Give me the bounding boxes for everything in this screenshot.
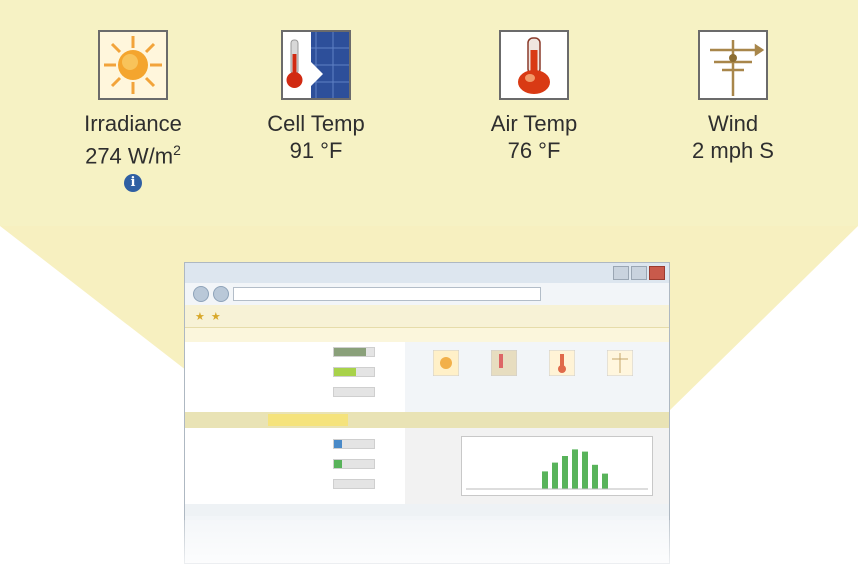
- weather-info-panel: Irradiance 274 W/m2 i Cell Temp 91 °F Ai…: [0, 0, 858, 226]
- cell-temp-label: Cell Temp: [267, 111, 365, 136]
- chart-bar: [602, 473, 608, 489]
- chart-bar: [562, 456, 568, 489]
- irradiance-tile: Irradiance 274 W/m2 i: [58, 30, 208, 193]
- chart-bar: [572, 449, 578, 489]
- air-temp-label: Air Temp: [490, 111, 578, 136]
- cell-temp-tile: Cell Temp 91 °F: [241, 30, 391, 164]
- weather-vane-icon: [698, 30, 768, 100]
- sun-icon: [432, 349, 460, 378]
- irradiance-label: Irradiance: [84, 111, 182, 136]
- current-conditions-section: [185, 342, 669, 412]
- sun-icon: [98, 30, 168, 100]
- air-temp-value: 76 °F: [507, 138, 561, 163]
- thermometer-icon: [548, 349, 576, 378]
- metric-row: [185, 362, 405, 382]
- chart-bar: [592, 464, 598, 489]
- address-input[interactable]: [233, 287, 541, 301]
- cell-temp-value: 91 °F: [289, 138, 343, 163]
- address-bar: [185, 283, 669, 305]
- wind-tile: Wind 2 mph S: [658, 30, 808, 164]
- irradiance-value: 274 W/m2: [85, 142, 181, 169]
- energy-metrics: [185, 428, 405, 504]
- chart-bar: [542, 471, 548, 489]
- cell-temp-icon: [490, 349, 518, 378]
- forward-button[interactable]: [213, 286, 229, 302]
- thermometer-icon: [499, 30, 569, 100]
- maximize-button[interactable]: [631, 266, 647, 280]
- wind-value: 2 mph S: [692, 138, 774, 163]
- close-button[interactable]: [649, 266, 665, 280]
- back-button[interactable]: [193, 286, 209, 302]
- metric-row: [185, 382, 405, 402]
- air-temp-tile: Air Temp 76 °F: [459, 30, 609, 164]
- metric-row: [185, 342, 405, 362]
- info-icon[interactable]: i: [124, 174, 142, 193]
- time-range-tabs: [185, 412, 669, 428]
- system-metrics: [185, 342, 405, 412]
- tab-selected[interactable]: [268, 414, 348, 426]
- metric-row: [185, 454, 405, 474]
- energy-chart: [461, 436, 653, 496]
- window-titlebar: [185, 263, 669, 283]
- add-favorite-icon[interactable]: ★: [211, 310, 221, 323]
- fade-overlay: [0, 520, 858, 581]
- metric-row: [185, 474, 405, 494]
- energy-section: [185, 428, 669, 504]
- browser-window: ★ ★: [184, 262, 670, 564]
- minimize-button[interactable]: [613, 266, 629, 280]
- app-header: [185, 327, 669, 342]
- status-footer: [185, 504, 669, 516]
- cell-temp-icon: [281, 30, 351, 100]
- weather-vane-icon: [606, 349, 634, 378]
- favorites-bar: ★ ★: [185, 305, 669, 327]
- wind-label: Wind: [707, 111, 759, 136]
- metric-row: [185, 434, 405, 454]
- favorites-star-icon[interactable]: ★: [195, 310, 205, 323]
- chart-bar: [552, 462, 558, 489]
- chart-bar: [582, 451, 588, 489]
